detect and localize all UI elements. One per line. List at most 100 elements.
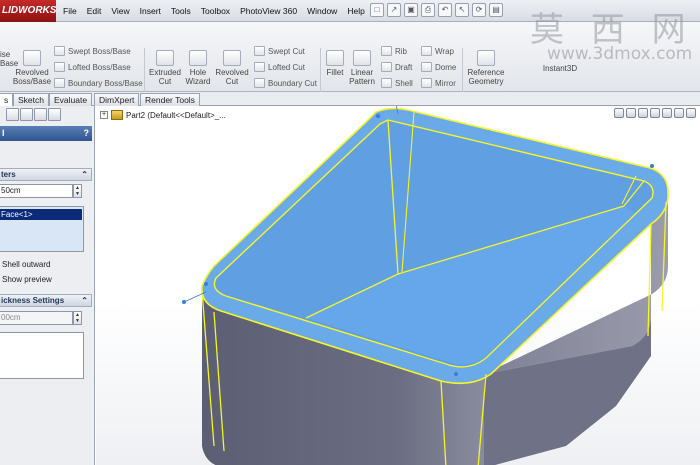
dome-button[interactable]: Dome [421,62,456,72]
parameters-group-header[interactable]: ters ⌃ [0,168,92,181]
feature-tree-flyout[interactable]: + Part2 (Default<<Default>_... [100,110,226,120]
display-style-icon[interactable] [674,108,684,118]
command-tabs: s Sketch Evaluate DimXpert Render Tools [0,92,700,106]
revolved-boss-button[interactable]: Revolved Boss/Base [12,50,52,86]
shell-button[interactable]: Shell [381,78,413,88]
wrap-icon [421,46,432,56]
rib-button[interactable]: Rib [381,46,407,56]
wrap-button[interactable]: Wrap [421,46,454,56]
thickness-spinner-icon[interactable]: ▲ ▼ [73,184,82,198]
menu-tools[interactable]: Tools [166,0,196,22]
fillet-label: Fillet [326,68,344,77]
tab-render-tools[interactable]: Render Tools [140,93,200,106]
swept-boss-label: Swept Boss/Base [68,46,131,56]
instant3d-button[interactable]: Instant3D [540,64,580,73]
lofted-boss-icon [54,62,65,72]
zoom-area-icon[interactable] [626,108,636,118]
part-name-label[interactable]: Part2 (Default<<Default>_... [126,111,226,120]
menu-view[interactable]: View [106,0,134,22]
shell-outward-checkbox[interactable]: Shell outward [2,260,50,269]
swept-cut-button[interactable]: Swept Cut [254,46,305,56]
multi-thickness-group-header[interactable]: ickness Settings ⌃ [0,294,92,307]
print-icon[interactable]: ⎙ [421,3,435,17]
lofted-boss-button[interactable]: Lofted Boss/Base [54,62,131,72]
extruded-cut-icon [156,50,174,66]
swept-boss-button[interactable]: Swept Boss/Base [54,46,131,56]
lofted-cut-button[interactable]: Lofted Cut [254,62,305,72]
extruded-cut-label: Extruded Cut [148,68,182,86]
view-orientation-icon[interactable] [662,108,672,118]
draft-icon [381,62,392,72]
fillet-icon [326,50,344,66]
rib-label: Rib [395,46,408,56]
tab-features[interactable]: s [0,93,14,106]
extruded-boss-partial[interactable]: ise Base [0,50,18,68]
previous-view-icon[interactable] [638,108,648,118]
expand-tree-icon[interactable]: + [100,111,108,119]
shell-icon [381,78,392,88]
menu-window[interactable]: Window [302,0,342,22]
faces-to-remove-list[interactable]: Face<1> [0,206,84,252]
reference-geometry-label: Reference Geometry [467,68,505,86]
new-document-icon[interactable]: □ [370,3,384,17]
select-icon[interactable]: ↖ [455,3,469,17]
menu-items: File Edit View Insert Tools Toolbox Phot… [58,0,387,22]
tab-evaluate[interactable]: Evaluate [49,93,93,106]
boundary-cut-icon [254,78,265,88]
lofted-boss-label: Lofted Boss/Base [68,62,131,72]
open-icon[interactable]: ↗ [387,3,401,17]
zoom-to-fit-icon[interactable] [614,108,624,118]
shell-panel-title: l ? [0,126,92,141]
configuration-icon[interactable] [20,108,33,121]
graphics-area[interactable]: + Part2 (Default<<Default>_... [96,106,700,465]
show-preview-checkbox[interactable]: Show preview [2,275,52,284]
draft-label: Draft [395,62,413,72]
tab-dimxpert[interactable]: DimXpert [94,93,140,106]
menu-insert[interactable]: Insert [135,0,166,22]
dimxpert-icon[interactable] [34,108,47,121]
boundary-boss-button[interactable]: Boundary Boss/Base [54,78,143,88]
tab-sketch[interactable]: Sketch [13,93,49,106]
draft-button[interactable]: Draft [381,62,412,72]
hide-show-icon[interactable] [686,108,696,118]
menu-edit[interactable]: Edit [82,0,107,22]
menu-file[interactable]: File [58,0,82,22]
help-icon[interactable]: ? [84,126,90,141]
collapse-chevron-icon[interactable]: ⌃ [81,295,88,306]
hole-wizard-button[interactable]: Hole Wizard [183,50,213,86]
menu-help[interactable]: Help [342,0,369,22]
options-icon[interactable]: ▤ [489,3,503,17]
undo-icon[interactable]: ↶ [438,3,452,17]
shelled-box-model[interactable] [96,106,700,465]
save-icon[interactable]: ▣ [404,3,418,17]
selected-face-item[interactable]: Face<1> [0,209,82,220]
swept-boss-icon [54,46,65,56]
multi-thickness-spinner-icon[interactable]: ▲ ▼ [73,311,82,325]
swept-cut-icon [254,46,265,56]
menu-toolbox[interactable]: Toolbox [196,0,235,22]
reference-geometry-button[interactable]: Reference Geometry [465,50,507,86]
collapse-chevron-icon[interactable]: ⌃ [81,169,88,180]
boundary-cut-button[interactable]: Boundary Cut [254,78,317,88]
section-view-icon[interactable] [650,108,660,118]
linear-pattern-icon [353,50,371,66]
app-logo[interactable]: LIDWORKS [0,0,56,22]
instant3d-label: Instant3D [542,64,578,73]
extruded-cut-button[interactable]: Extruded Cut [147,50,183,86]
property-manager: l ? ters ⌃ 50cm ▲ ▼ Face<1> Shell outward… [0,106,95,465]
thickness-input[interactable]: 50cm [0,184,73,198]
display-manager-icon[interactable] [48,108,61,121]
mirror-button[interactable]: Mirror [421,78,456,88]
menu-photoview[interactable]: PhotoView 360 [235,0,302,22]
lofted-cut-icon [254,62,265,72]
feature-tree-icon[interactable] [6,108,19,121]
revolved-cut-icon [223,50,241,66]
linear-pattern-button[interactable]: Linear Pattern [347,50,377,86]
fillet-button[interactable]: Fillet [322,50,348,77]
revolved-cut-button[interactable]: Revolved Cut [214,50,250,86]
multi-thickness-faces-list[interactable] [0,332,84,379]
extruded-boss-label-1: ise [0,50,11,59]
swept-cut-label: Swept Cut [268,46,305,56]
rebuild-icon[interactable]: ⟳ [472,3,486,17]
multi-thickness-input[interactable]: 00cm [0,311,73,325]
